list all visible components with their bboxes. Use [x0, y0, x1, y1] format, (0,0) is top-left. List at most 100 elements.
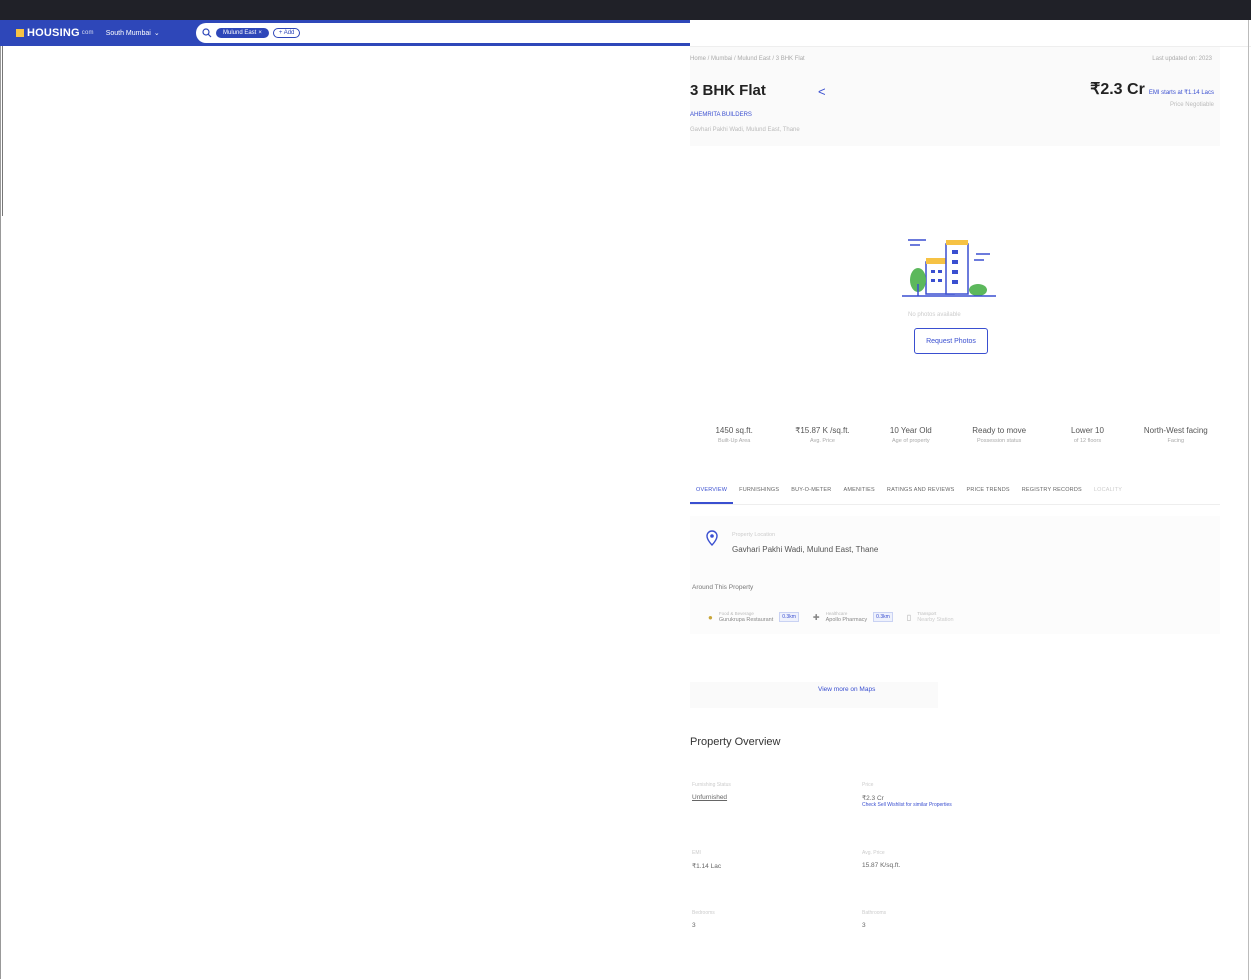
stat-label: of 12 floors	[1073, 438, 1102, 444]
place-distance: 0.3km	[873, 612, 893, 622]
last-updated: Last updated on: 2023	[1152, 56, 1212, 62]
search-bar[interactable]: Mulund East × + Add	[196, 23, 690, 43]
place-name: Apollo Pharmacy	[825, 617, 868, 623]
logo-mark-icon	[16, 29, 24, 37]
place-item[interactable]: Healthcare Apollo Pharmacy	[826, 610, 868, 624]
overview-value: 15.87 K/sq.ft.	[862, 862, 901, 869]
location-pin-icon	[706, 530, 718, 546]
overview-value: ₹1.14 Lac	[692, 863, 722, 870]
right-border	[1248, 20, 1249, 980]
share-icon[interactable]: <	[818, 84, 826, 99]
stat-item: Ready to move Possession status	[955, 426, 1043, 460]
stat-item: ₹15.87 K /sq.ft. Avg. Price	[778, 426, 866, 460]
tab-ratings[interactable]: RATINGS AND REVIEWS	[881, 482, 961, 504]
page-title: 3 BHK Flat	[690, 82, 766, 99]
tab-locality[interactable]: LOCALITY	[1088, 482, 1128, 504]
city-name: South Mumbai	[105, 29, 151, 37]
overview-label: Furnishing Status	[692, 782, 731, 788]
add-locality-chip[interactable]: + Add	[272, 28, 301, 38]
overview-item: Furnishing Status Unfurnished	[692, 782, 731, 801]
locality-chip[interactable]: Mulund East ×	[216, 28, 269, 38]
stat-label: Possession status	[976, 438, 1022, 444]
overview-item: EMI ₹1.14 Lac	[692, 850, 721, 870]
stat-label: Facing	[1167, 438, 1185, 444]
price: ₹2.3 Cr EMI starts at ₹1.14 Lacs	[1090, 79, 1214, 99]
stat-value: 10 Year Old	[889, 426, 932, 435]
top-strip	[0, 0, 1251, 20]
view-on-maps-link[interactable]: View more on Maps	[818, 686, 875, 693]
overview-item: Bathrooms 3	[862, 910, 886, 929]
transport-icon: ▯	[906, 612, 912, 622]
stat-value: North-West facing	[1143, 426, 1208, 435]
price-negotiable: Price Negotiable	[1169, 102, 1214, 108]
stat-item: 1450 sq.ft. Built-Up Area	[690, 426, 778, 460]
no-photo-text: No photos available	[908, 312, 961, 318]
city-selector[interactable]: South Mumbai ⌄	[105, 29, 160, 38]
emi-link[interactable]: EMI starts at ₹1.14 Lacs	[1149, 90, 1214, 96]
map-link-bar: View more on Maps	[690, 682, 938, 708]
tab-overview[interactable]: OVERVIEW	[690, 482, 734, 504]
place-distance: 0.3km	[779, 612, 799, 622]
left-border	[0, 46, 1, 979]
place-item[interactable]: Food & Beverage Gurukrupa Restaurant	[719, 610, 773, 624]
building-illustration-icon	[902, 239, 996, 297]
tab-amenities[interactable]: AMENITIES	[837, 482, 880, 504]
tab-registry[interactable]: REGISTRY RECORDS	[1016, 482, 1088, 504]
stat-value: Lower 10	[1071, 426, 1104, 435]
overview-label: EMI	[692, 850, 701, 856]
tab-price-trends[interactable]: PRICE TRENDS	[960, 482, 1015, 504]
overview-item: Avg. Price 15.87 K/sq.ft.	[862, 850, 900, 869]
tab-buy-o-meter[interactable]: BUY-O-METER	[785, 482, 837, 504]
close-icon[interactable]: ×	[258, 30, 262, 36]
builder-link[interactable]: AHEMRITA BUILDERS	[690, 112, 752, 118]
overview-value: 3	[862, 922, 866, 929]
place-category: Transport	[917, 611, 937, 616]
overview-label: Price	[862, 782, 874, 788]
overview-item: Bedrooms 3	[692, 910, 715, 929]
tab-furnishings[interactable]: FURNISHINGS	[733, 482, 785, 504]
place-name: Nearby Station	[917, 617, 954, 623]
left-border-inner	[2, 46, 3, 216]
stat-label: Built-Up Area	[717, 438, 751, 444]
location-label: Property Location	[732, 532, 776, 538]
housing-logo[interactable]: HOUSING com	[16, 27, 94, 39]
price-value: ₹2.3 Cr	[1090, 81, 1145, 98]
nearby-places: ● Food & Beverage Gurukrupa Restaurant 0.…	[708, 610, 954, 624]
breadcrumb[interactable]: Home / Mumbai / Mulund East / 3 BHK Flat	[690, 56, 805, 62]
place-category: Food & Beverage	[718, 611, 754, 616]
navbar: HOUSING com South Mumbai ⌄ Mulund East ×…	[0, 20, 690, 46]
place-category: Healthcare	[825, 611, 848, 616]
request-photos-button[interactable]: Request Photos	[914, 328, 988, 354]
place-item[interactable]: Transport Nearby Station	[917, 610, 953, 624]
place-name: Gurukrupa Restaurant	[718, 617, 774, 623]
overview-label: Bathrooms	[862, 910, 887, 916]
overview-value: 3	[692, 922, 696, 929]
stat-item: North-West facing Facing	[1132, 426, 1220, 460]
overview-value: ₹2.3 Cr	[862, 795, 884, 802]
overview-label: Avg. Price	[862, 850, 885, 856]
location-section: Property Location Gavhari Pakhi Wadi, Mu…	[690, 516, 1220, 634]
location-address: Gavhari Pakhi Wadi, Mulund East, Thane	[732, 545, 879, 554]
property-stats: 1450 sq.ft. Built-Up Area ₹15.87 K /sq.ft…	[690, 426, 1220, 460]
navbar-right	[690, 20, 1251, 47]
stat-item: Lower 10 of 12 floors	[1043, 426, 1131, 460]
stat-label: Avg. Price	[810, 438, 835, 444]
overview-label: Bedrooms	[692, 910, 715, 916]
stat-value: Ready to move	[972, 426, 1027, 435]
chip-label: Mulund East	[223, 30, 257, 36]
section-tabs: OVERVIEW FURNISHINGS BUY-O-METER AMENITI…	[690, 482, 1220, 505]
stat-label: Age of property	[892, 438, 930, 444]
overview-value[interactable]: Unfurnished	[692, 794, 727, 801]
restaurant-icon: ●	[708, 612, 713, 622]
overview-item: Price ₹2.3 Cr Check Sell Wishlist for simi…	[862, 782, 952, 808]
similar-properties-link[interactable]: Check Sell Wishlist for similar Properti…	[862, 802, 952, 808]
logo-text: HOUSING	[27, 27, 80, 39]
stat-value: 1450 sq.ft.	[715, 426, 753, 435]
search-icon	[202, 28, 212, 38]
pharmacy-icon: ✚	[812, 612, 820, 622]
chevron-down-icon: ⌄	[153, 30, 160, 37]
overview-title: Property Overview	[690, 736, 781, 748]
stat-value: ₹15.87 K /sq.ft.	[795, 426, 850, 435]
locality-text: Gavhari Pakhi Wadi, Mulund East, Thane	[690, 127, 800, 133]
logo-suffix: com	[81, 30, 94, 36]
